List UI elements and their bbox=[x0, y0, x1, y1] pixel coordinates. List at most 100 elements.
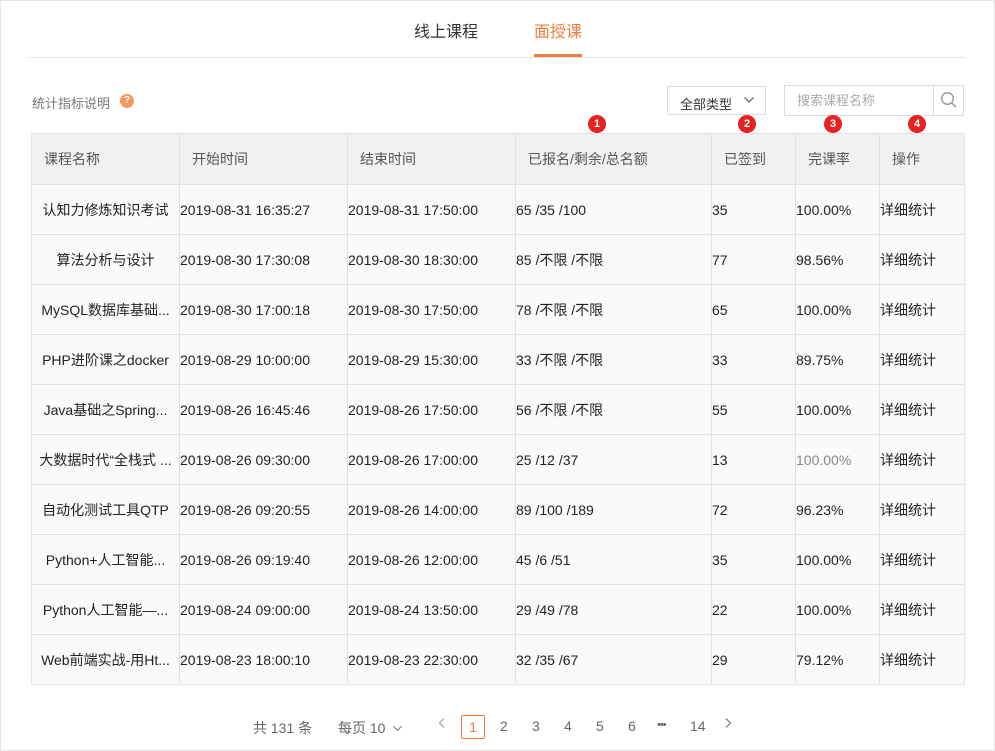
tab-online-courses[interactable]: 线上课程 bbox=[414, 18, 478, 42]
start-time: 2019-08-30 17:30:08 bbox=[179, 234, 348, 285]
signed-in-count: 13 bbox=[711, 434, 796, 485]
course-name: PHP进阶课之docker bbox=[31, 334, 180, 385]
question-icon[interactable]: ? bbox=[120, 94, 134, 108]
detail-stats-link[interactable]: 详细统计 bbox=[879, 184, 965, 235]
detail-stats-link[interactable]: 详细统计 bbox=[879, 434, 965, 485]
end-time: 2019-08-24 13:50:00 bbox=[347, 584, 516, 635]
signed-in-count: 65 bbox=[711, 284, 796, 335]
start-time: 2019-08-26 09:20:55 bbox=[179, 484, 348, 535]
detail-stats-link[interactable]: 详细统计 bbox=[879, 584, 965, 635]
end-time: 2019-08-31 17:50:00 bbox=[347, 184, 516, 235]
detail-stats-link[interactable]: 详细统计 bbox=[879, 634, 965, 685]
completion-rate: 100.00% bbox=[795, 384, 880, 435]
signed-in-count: 33 bbox=[711, 334, 796, 385]
course-name: Python人工智能—... bbox=[31, 584, 180, 635]
completion-rate: 79.12% bbox=[795, 634, 880, 685]
detail-stats-link[interactable]: 详细统计 bbox=[879, 284, 965, 335]
header-course-name: 课程名称 bbox=[31, 133, 180, 185]
enrollment: 45 /6 /51 bbox=[515, 534, 712, 585]
end-time: 2019-08-26 12:00:00 bbox=[347, 534, 516, 585]
end-time: 2019-08-30 18:30:00 bbox=[347, 234, 516, 285]
end-time: 2019-08-26 14:00:00 bbox=[347, 484, 516, 535]
table-row: Python人工智能—... 2019-08-24 09:00:00 2019-… bbox=[31, 584, 965, 635]
header-start-time: 开始时间 bbox=[179, 133, 348, 185]
detail-stats-link[interactable]: 详细统计 bbox=[879, 484, 965, 535]
table-row: MySQL数据库基础... 2019-08-30 17:00:18 2019-0… bbox=[31, 284, 965, 335]
chevron-right-icon bbox=[723, 716, 733, 732]
table-row: 自动化测试工具QTP 2019-08-26 09:20:55 2019-08-2… bbox=[31, 484, 965, 535]
start-time: 2019-08-26 09:30:00 bbox=[179, 434, 348, 485]
enrollment: 25 /12 /37 bbox=[515, 434, 712, 485]
page-size-value: 每页 10 bbox=[338, 720, 386, 736]
start-time: 2019-08-30 17:00:18 bbox=[179, 284, 348, 335]
enrollment: 56 /不限 /不限 bbox=[515, 384, 712, 435]
tab-offline-courses[interactable]: 面授课 bbox=[534, 18, 582, 42]
start-time: 2019-08-29 10:00:00 bbox=[179, 334, 348, 385]
chevron-left-icon bbox=[437, 716, 447, 732]
table-row: 认知力修炼知识考试 2019-08-31 16:35:27 2019-08-31… bbox=[31, 184, 965, 235]
table-header-row: 课程名称 开始时间 结束时间 已报名/剩余/总名额 已签到 完课率 操作 bbox=[31, 133, 965, 185]
page-1-current[interactable]: 1 bbox=[461, 715, 485, 739]
table-row: Web前端实战-用Ht... 2019-08-23 18:00:10 2019-… bbox=[31, 634, 965, 685]
stat-help-link[interactable]: 统计指标说明 bbox=[32, 93, 110, 112]
page-2[interactable]: 2 bbox=[500, 718, 508, 734]
page-14[interactable]: 14 bbox=[690, 718, 706, 734]
course-name: 大数据时代“全栈式 ... bbox=[31, 434, 180, 485]
completion-rate: 100.00% bbox=[795, 434, 880, 485]
page-size-select[interactable]: 每页 10 bbox=[338, 718, 403, 738]
enrollment: 29 /49 /78 bbox=[515, 584, 712, 635]
start-time: 2019-08-23 18:00:10 bbox=[179, 634, 348, 685]
enrollment: 33 /不限 /不限 bbox=[515, 334, 712, 385]
completion-rate: 100.00% bbox=[795, 584, 880, 635]
course-name: Python+人工智能... bbox=[31, 534, 180, 585]
page-6[interactable]: 6 bbox=[628, 718, 636, 734]
end-time: 2019-08-26 17:50:00 bbox=[347, 384, 516, 435]
chevron-down-icon bbox=[392, 721, 403, 737]
start-time: 2019-08-31 16:35:27 bbox=[179, 184, 348, 235]
search-input[interactable] bbox=[785, 86, 933, 115]
course-name: 自动化测试工具QTP bbox=[31, 484, 180, 535]
annotation-marker-4: 4 bbox=[908, 115, 926, 133]
signed-in-count: 77 bbox=[711, 234, 796, 285]
enrollment: 32 /35 /67 bbox=[515, 634, 712, 685]
enrollment: 65 /35 /100 bbox=[515, 184, 712, 235]
page-5[interactable]: 5 bbox=[596, 718, 604, 734]
header-signed-in: 已签到 bbox=[711, 133, 796, 185]
end-time: 2019-08-26 17:00:00 bbox=[347, 434, 516, 485]
signed-in-count: 55 bbox=[711, 384, 796, 435]
active-tab-indicator bbox=[534, 54, 582, 57]
page-ellipsis[interactable]: ••• bbox=[657, 719, 667, 731]
total-count: 共 131 条 bbox=[253, 720, 313, 736]
enrollment: 89 /100 /189 bbox=[515, 484, 712, 535]
detail-stats-link[interactable]: 详细统计 bbox=[879, 534, 965, 585]
start-time: 2019-08-26 16:45:46 bbox=[179, 384, 348, 435]
header-enrollment: 已报名/剩余/总名额 bbox=[515, 133, 712, 185]
course-name: MySQL数据库基础... bbox=[31, 284, 180, 335]
completion-rate: 100.00% bbox=[795, 284, 880, 335]
enrollment: 85 /不限 /不限 bbox=[515, 234, 712, 285]
detail-stats-link[interactable]: 详细统计 bbox=[879, 334, 965, 385]
chevron-down-icon bbox=[743, 94, 755, 109]
course-type-select[interactable]: 全部类型 bbox=[667, 86, 766, 115]
header-completion-rate: 完课率 bbox=[795, 133, 880, 185]
completion-rate: 100.00% bbox=[795, 534, 880, 585]
course-type-value: 全部类型 bbox=[680, 97, 733, 112]
detail-stats-link[interactable]: 详细统计 bbox=[879, 234, 965, 285]
detail-stats-link[interactable]: 详细统计 bbox=[879, 384, 965, 435]
annotation-marker-3: 3 bbox=[824, 115, 842, 133]
page-4[interactable]: 4 bbox=[564, 718, 572, 734]
course-stats-table: 课程名称 开始时间 结束时间 已报名/剩余/总名额 已签到 完课率 操作 认知力… bbox=[31, 133, 965, 685]
end-time: 2019-08-30 17:50:00 bbox=[347, 284, 516, 335]
table-row: 算法分析与设计 2019-08-30 17:30:08 2019-08-30 1… bbox=[31, 234, 965, 285]
course-search bbox=[784, 85, 964, 116]
end-time: 2019-08-29 15:30:00 bbox=[347, 334, 516, 385]
page-3[interactable]: 3 bbox=[532, 718, 540, 734]
course-name: Java基础之Spring... bbox=[31, 384, 180, 435]
prev-page-button[interactable] bbox=[437, 716, 447, 732]
table-row: 大数据时代“全栈式 ... 2019-08-26 09:30:00 2019-0… bbox=[31, 434, 965, 485]
search-button[interactable] bbox=[933, 86, 963, 115]
annotation-marker-2: 2 bbox=[738, 115, 756, 133]
course-name: Web前端实战-用Ht... bbox=[31, 634, 180, 685]
next-page-button[interactable] bbox=[723, 716, 733, 732]
signed-in-count: 22 bbox=[711, 584, 796, 635]
